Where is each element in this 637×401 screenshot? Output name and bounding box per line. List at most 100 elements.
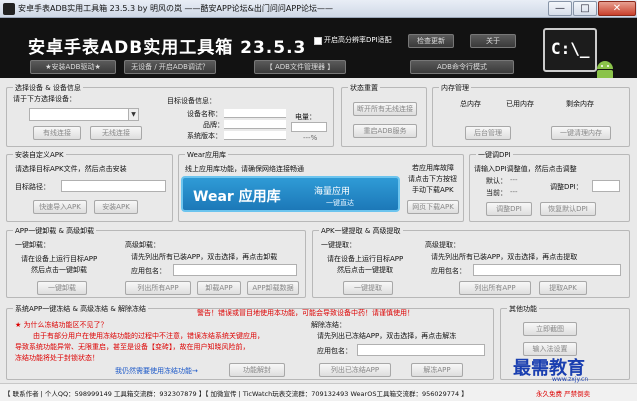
dpi-group: 一键调DPI 请输入DPI调整值，然后点击调整 默认： --- 当前： --- … [469, 150, 630, 222]
close-button[interactable]: ✕ [598, 1, 636, 16]
dpi-checkbox[interactable] [314, 37, 322, 45]
background-manage-button[interactable]: 后台管理 [465, 126, 511, 140]
list-apps-uninstall-button[interactable]: 列出所有APP [125, 281, 191, 295]
wear-banner-sub1: 海量应用 [314, 187, 351, 197]
one-click-uninstall-button[interactable]: 一键卸载 [37, 281, 87, 295]
about-button[interactable]: 关于 [470, 34, 516, 48]
adb-file-manager-button[interactable]: 【 ADB文件管理器 】 [254, 60, 346, 74]
wear-store-banner[interactable]: Wear 应用库 海量应用 一键直达 [181, 176, 400, 212]
memory-total-label: 总内存 [460, 100, 481, 108]
target-path-input[interactable] [61, 180, 166, 192]
status-reset-group: 状态重置 断开所有无线连接 重启ADB服务 [341, 83, 427, 147]
screenshot-button[interactable]: 立即截图 [523, 322, 577, 336]
uninstall-app-button[interactable]: 卸载APP [197, 281, 241, 295]
footer-contact-text: 【 联系作者 | 个人QQ：598999149 工具箱交流群：932307879… [4, 390, 468, 398]
extract-pkg-input[interactable] [473, 264, 621, 276]
freeze-group: 系统APP一键冻结 & 高级冻结 & 解除冻结 警告！错误或冒目地使用本功能，可… [6, 304, 494, 380]
uninstall-hint-2: 然后点击一键卸载 [31, 266, 87, 274]
store-fault-line-1: 若应用库故障 [412, 164, 454, 172]
store-fault-line-2: 请点击下方按钮 [408, 175, 457, 183]
unfreeze-pkg-label: 应用包名： [317, 347, 352, 355]
battery-bar [291, 122, 327, 132]
list-frozen-button[interactable]: 列出已冻结APP [319, 363, 391, 377]
extract-group: APK一键提取 & 高级提取 一键提取： 请在设备上运行目标APP 然后点击一键… [312, 226, 630, 298]
battery-label: 电量： [295, 113, 316, 121]
wear-store-hint: 线上应用库功能，请确保网络连接畅通 [185, 165, 304, 173]
clean-memory-button[interactable]: 一键清理内存 [551, 126, 611, 140]
freeze-confirm-link[interactable]: 我仍然需要使用冻结功能→ [115, 366, 198, 376]
main-panel: 选择设备 & 设备信息 请于下方选择设备： ▼ 有线连接 无线连接 目标设备信息… [0, 78, 637, 383]
uninstall-pkg-label: 应用包名： [131, 267, 166, 275]
minimize-button[interactable]: — [548, 1, 572, 16]
unfreeze-hint: 请先列出已冻结APP，双击选择，再点击解冻 [317, 332, 457, 340]
unlock-freeze-button[interactable]: 功能解封 [229, 363, 285, 377]
extract-apk-button[interactable]: 提取APK [539, 281, 587, 295]
store-fault-line-3: 手动下载APK [412, 186, 454, 194]
uninstall-pkg-input[interactable] [173, 264, 297, 276]
device-name-value [224, 109, 286, 118]
device-select[interactable]: ▼ [29, 108, 139, 121]
advanced-extract-label: 高级提取： [425, 241, 460, 249]
unfreeze-pkg-input[interactable] [357, 344, 485, 356]
freeze-explain-2: 导致系统功能异常、无限重启，甚至是设备【变砖】，故在用户知晓风险前， [15, 343, 250, 351]
footer: 【 联系作者 | 个人QQ：598999149 工具箱交流群：932307879… [0, 383, 637, 401]
uninstall-group: APP一键卸载 & 高级卸载 一键卸载： 请在设备上运行目标APP 然后点击一键… [6, 226, 306, 298]
select-device-group: 选择设备 & 设备信息 请于下方选择设备： ▼ 有线连接 无线连接 目标设备信息… [6, 83, 334, 147]
install-driver-button[interactable]: ★安装ADB驱动★ [30, 60, 116, 74]
system-version-label: 系统版本： [187, 132, 222, 140]
extract-pkg-label: 应用包名： [431, 267, 466, 275]
freeze-explain-1: 由于有部分用户在使用冻结功能的过程中不注意，错误冻结系统关键应用， [33, 332, 264, 340]
maximize-button[interactable]: □ [573, 1, 597, 16]
dpi-current-label: 当前： [486, 189, 507, 197]
app-icon [3, 3, 15, 15]
memory-group: 内存管理 总内存 已用内存 剩余内存 后台管理 一键清理内存 [432, 83, 630, 147]
cmd-logo-text: C:\_ [551, 39, 590, 58]
restart-adb-button[interactable]: 重启ADB服务 [353, 124, 417, 138]
dpi-hint: 请输入DPI调整值，然后点击调整 [474, 165, 577, 173]
header: 安卓手表ADB实用工具箱 23.5.3 开启高分辨率DPI适配 检查更新 关于 … [0, 18, 637, 81]
install-apk-button[interactable]: 安装APK [94, 200, 138, 214]
unfreeze-label: 解除冻结： [311, 321, 346, 329]
restore-dpi-button[interactable]: 恢复默认DPI [540, 202, 596, 216]
uninstall-data-button[interactable]: APP卸载数据 [247, 281, 299, 295]
freeze-title: 系统APP一键冻结 & 高级冻结 & 解除冻结 [13, 304, 149, 314]
advanced-uninstall-hint: 请先列出所有已装APP，双击选择，再点击卸载 [131, 253, 278, 261]
wireless-connect-button[interactable]: 无线连接 [90, 126, 142, 140]
no-device-button[interactable]: 无设备 / 开启ADB调试？ [124, 60, 216, 74]
manual-download-button[interactable]: 网页下载APK [407, 200, 459, 214]
adb-cli-button[interactable]: ADB命令行模式 [410, 60, 514, 74]
dpi-default-label: 默认： [486, 177, 507, 185]
system-version-value [224, 131, 286, 140]
dpi-adjust-input[interactable] [592, 180, 620, 192]
app-title: 安卓手表ADB实用工具箱 23.5.3 [28, 38, 307, 58]
target-path-label: 目标路径： [15, 183, 50, 191]
install-apk-group: 安装自定义APK 请选择目标APK文件，然后点击安装 目标路径： 快速导入APK… [6, 150, 173, 222]
other-functions-title: 其他功能 [507, 304, 539, 314]
dpi-adjust-label: 调整DPI： [550, 183, 583, 191]
freeze-warning: 警告！错误或冒目地使用本功能，可能会导致设备中药！请谨慎使用！ [197, 309, 414, 317]
battery-value: ---% [303, 134, 318, 142]
extract-title: APK一键提取 & 高级提取 [319, 226, 403, 236]
extract-hint-2: 然后点击一键提取 [337, 266, 393, 274]
chevron-down-icon: ▼ [128, 109, 138, 120]
list-apps-extract-button[interactable]: 列出所有APP [459, 281, 531, 295]
disconnect-wireless-button[interactable]: 断开所有无线连接 [353, 102, 417, 116]
title-bar: 安卓手表ADB实用工具箱 23.5.3 by 明风の岚 ——酷安APP论坛&出门… [0, 0, 637, 18]
adjust-dpi-button[interactable]: 调整DPI [486, 202, 532, 216]
window-title: 安卓手表ADB实用工具箱 23.5.3 by 明风の岚 ——酷安APP论坛&出门… [18, 4, 334, 13]
one-click-extract-button[interactable]: 一键提取 [343, 281, 393, 295]
wired-connect-button[interactable]: 有线连接 [33, 126, 81, 140]
unfreeze-app-button[interactable]: 解冻APP [411, 363, 463, 377]
freeze-explain-3: 冻结功能将处于封锁状态！ [15, 354, 99, 362]
install-apk-title: 安装自定义APK [13, 150, 66, 160]
memory-title: 内存管理 [439, 83, 471, 93]
dpi-current-value: --- [510, 188, 518, 196]
select-device-prompt: 请于下方选择设备： [13, 95, 76, 103]
cmd-logo: C:\_ [543, 28, 597, 72]
footer-promo-text: 永久免费 严禁倒卖 [536, 390, 591, 398]
watermark-url: www.zxjy.cn [552, 376, 589, 383]
dpi-checkbox-label: 开启高分辨率DPI适配 [324, 36, 392, 44]
import-apk-button[interactable]: 快速导入APK [33, 200, 87, 214]
brand-label: 品牌： [203, 121, 224, 129]
check-update-button[interactable]: 检查更新 [408, 34, 454, 48]
